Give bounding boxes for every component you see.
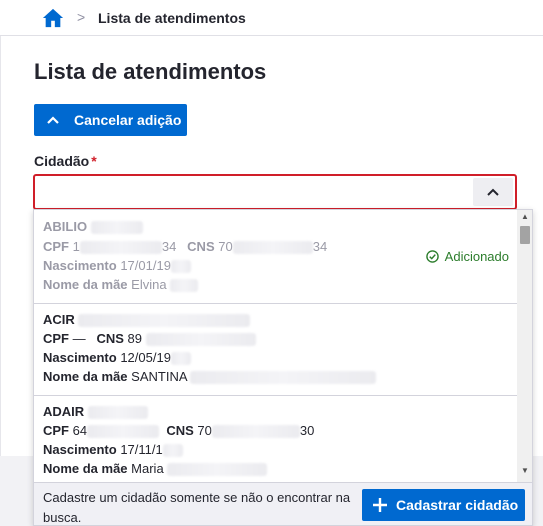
list-item[interactable]: ACIR CPF — CNS 89 Nascimento 12/05/19 No… — [34, 304, 517, 395]
plus-icon — [373, 498, 387, 512]
combobox-toggle-button[interactable] — [473, 178, 513, 206]
dropdown-footer: Cadastre um cidadão somente se não o enc… — [34, 482, 532, 525]
birth-value: 12/05/19 — [120, 350, 171, 365]
cns-label: CNS — [96, 331, 124, 346]
cancel-add-button[interactable]: Cancelar adição — [34, 104, 187, 136]
added-label: Adicionado — [444, 249, 509, 264]
redacted — [145, 333, 256, 347]
breadcrumb-separator: > — [77, 9, 86, 25]
cns-tail: 34 — [312, 239, 328, 254]
cpf-value: — — [72, 331, 86, 346]
birth-value: 17/11/1 — [120, 442, 163, 457]
added-status: Adicionado — [425, 247, 509, 267]
list-item[interactable]: ABILIO CPF 1 34 CNS 70 34 Nascimento 17/01… — [34, 210, 517, 303]
top-bar: > Lista de atendimentos — [0, 0, 543, 36]
scroll-thumb[interactable] — [520, 226, 530, 244]
results-scrollbar[interactable]: ▲ ▼ — [517, 210, 532, 482]
citizen-field-label: Cidadão * — [34, 153, 97, 169]
register-citizen-button[interactable]: Cadastrar cidadão — [362, 489, 525, 521]
citizen-label-text: Cidadão — [34, 153, 90, 169]
birth-value: 17/01/19 — [120, 258, 171, 273]
breadcrumb-current: Lista de atendimentos — [98, 10, 246, 26]
redacted — [232, 241, 313, 255]
mother-label: Nome da mãe — [43, 461, 128, 476]
cancel-add-label: Cancelar adição — [74, 112, 182, 128]
scroll-up-arrow[interactable]: ▲ — [517, 212, 532, 224]
redacted — [90, 221, 143, 235]
result-name: ACIR — [43, 312, 75, 327]
cns-value: 70 — [197, 423, 212, 438]
scroll-down-arrow[interactable]: ▼ — [517, 466, 532, 478]
cpf-label: CPF — [43, 331, 69, 346]
cns-value: 70 — [218, 239, 233, 254]
cpf-label: CPF — [43, 239, 69, 254]
mother-label: Nome da mãe — [43, 277, 128, 292]
cns-value: 89 — [127, 331, 143, 346]
page-title: Lista de atendimentos — [34, 59, 267, 84]
redacted — [167, 463, 268, 477]
result-name: ABILIO — [43, 219, 88, 234]
list-item[interactable]: ADAIR CPF 64 CNS 70 30 Nascimento 17/11/1… — [34, 396, 517, 482]
redacted — [170, 260, 191, 274]
cns-tail: 30 — [299, 423, 315, 438]
birth-label: Nascimento — [43, 442, 117, 457]
cns-label: CNS — [166, 423, 194, 438]
cpf-label: CPF — [43, 423, 69, 438]
cpf-value: 1 — [72, 239, 80, 254]
mother-value: SANTINA — [131, 369, 187, 384]
birth-label: Nascimento — [43, 258, 117, 273]
redacted — [87, 425, 160, 439]
result-name: ADAIR — [43, 404, 85, 419]
divider — [0, 36, 1, 526]
redacted — [87, 406, 148, 420]
cpf-value: 64 — [72, 423, 88, 438]
mother-value: Elvina — [131, 277, 167, 292]
redacted — [170, 279, 199, 293]
chevron-up-icon — [487, 188, 499, 196]
required-mark: * — [91, 153, 97, 169]
citizen-search-input[interactable] — [41, 182, 461, 202]
register-citizen-label: Cadastrar cidadão — [396, 497, 519, 513]
redacted — [78, 314, 251, 328]
redacted — [211, 425, 300, 439]
cns-label: CNS — [187, 239, 215, 254]
redacted — [190, 371, 377, 385]
citizen-combobox[interactable] — [33, 174, 517, 210]
results-list: ABILIO CPF 1 34 CNS 70 34 Nascimento 17/01… — [34, 210, 517, 482]
redacted — [170, 352, 191, 366]
cpf-tail: 34 — [161, 239, 177, 254]
birth-label: Nascimento — [43, 350, 117, 365]
home-icon[interactable] — [42, 7, 64, 29]
footer-hint: Cadastre um cidadão somente se não o enc… — [43, 490, 351, 525]
mother-value: Maria — [131, 461, 164, 476]
redacted — [79, 241, 162, 255]
redacted — [162, 444, 183, 458]
mother-label: Nome da mãe — [43, 369, 128, 384]
chevron-up-icon — [47, 116, 59, 124]
check-circle-icon — [425, 250, 439, 264]
citizen-results-dropdown: ABILIO CPF 1 34 CNS 70 34 Nascimento 17/01… — [33, 209, 533, 526]
